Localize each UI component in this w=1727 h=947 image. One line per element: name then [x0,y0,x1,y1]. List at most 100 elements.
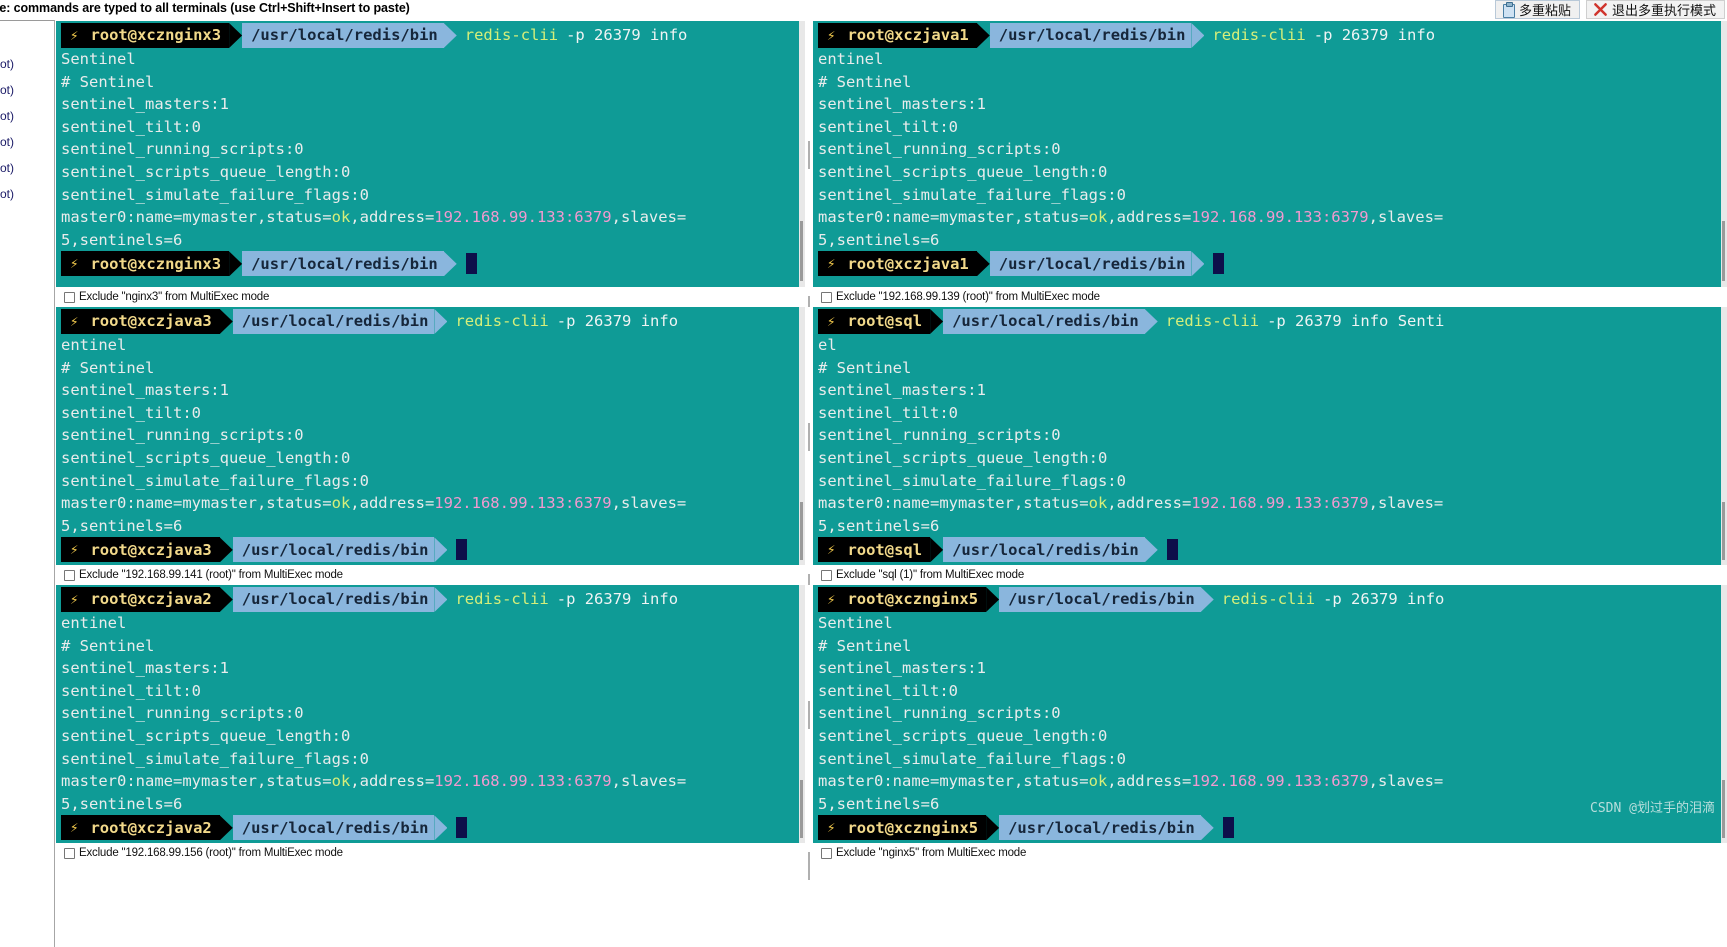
exclude-cell-java3: Exclude "192.168.99.141 (root)" from Mul… [56,565,805,585]
exclude-checkbox-nginx3[interactable]: Exclude "nginx3" from MultiExec mode [56,291,269,303]
prompt-host-java3: ⚡ root@xczjava3 [61,309,220,334]
prompt-host-java1: ⚡ root@xczjava1 [818,23,977,48]
multi-paste-button[interactable]: 多重粘贴 [1494,0,1580,19]
bolt-icon: ⚡ [827,819,836,836]
column-splitter-spacer [805,843,813,880]
column-splitter[interactable] [805,585,813,843]
terminal-nginx3[interactable]: ⚡ root@xcznginx3 /usr/local/redis/bin re… [56,21,805,287]
exclude-checkbox-java2[interactable]: Exclude "192.168.99.156 (root)" from Mul… [56,847,343,859]
output-line-5: sentinel_scripts_queue_length:0 [818,726,1108,745]
exclude-checkbox-nginx5[interactable]: Exclude "nginx5" from MultiExec mode [813,847,1026,859]
checkbox-icon[interactable] [64,847,75,859]
bolt-icon: ⚡ [827,591,836,608]
checkbox-icon[interactable] [821,569,832,581]
terminal-nginx5[interactable]: ⚡ root@xcznginx5 /usr/local/redis/bin re… [813,585,1727,843]
output-line-5: sentinel_scripts_queue_length:0 [818,162,1108,181]
prompt-path-label: /usr/local/redis/bin [943,309,1145,334]
exclude-cell-java1: Exclude "192.168.99.139 (root)" from Mul… [813,287,1727,307]
prompt-path-label: /usr/local/redis/bin [943,537,1145,563]
prompt-host-label: root@xcznginx3 [90,26,222,45]
output-master-line: master0:name=mymaster,status=ok,address=… [61,772,687,791]
checkbox-icon[interactable] [821,847,832,859]
sidebar-item-1[interactable]: ot) [0,77,54,103]
command-name: redis-clii [1165,312,1260,331]
output-wrap-head: entinel [61,614,127,632]
exclude-row-1: Exclude "nginx3" from MultiExec mode Exc… [56,287,1727,324]
column-splitter-spacer [805,565,813,602]
command-args: -p 26379 info [566,26,688,45]
checkbox-icon[interactable] [821,291,832,303]
prompt-separator2-icon [434,309,448,334]
top-toolbar: le: commands are typed to all terminals … [0,0,1727,20]
prompt-separator2-icon [434,537,448,563]
output-line-6: sentinel_simulate_failure_flags:0 [818,185,1126,204]
bolt-icon: ⚡ [827,27,836,44]
output-line-5: sentinel_scripts_queue_length:0 [61,448,351,467]
sidebar-item-0[interactable]: ot) [0,51,54,77]
output-line-4: sentinel_running_scripts:0 [818,426,1061,445]
bolt-icon: ⚡ [70,819,79,836]
output-line-6: sentinel_simulate_failure_flags:0 [818,749,1126,768]
exclude-label: Exclude "192.168.99.156 (root)" from Mul… [79,847,343,859]
terminal-scrollbar[interactable] [1721,21,1727,287]
exclude-row-2: Exclude "192.168.99.141 (root)" from Mul… [56,565,1727,602]
output-line-6: sentinel_simulate_failure_flags:0 [61,185,369,204]
terminal-cursor [456,539,468,561]
terminal-scrollbar[interactable] [1721,307,1727,565]
prompt-separator2-icon [1191,23,1205,48]
command-args: -p 26379 info [1323,590,1445,609]
prompt-host-sql-bottom: ⚡ root@sql [818,537,931,563]
output-line-3: sentinel_tilt:0 [818,117,958,136]
exclude-checkbox-sql[interactable]: Exclude "sql (1)" from MultiExec mode [813,569,1024,581]
prompt-separator-icon [219,309,233,334]
sidebar-item-3[interactable]: ot) [0,129,54,155]
exit-multiexec-button[interactable]: 退出多重执行模式 [1585,0,1725,19]
exclude-cell-java2: Exclude "192.168.99.156 (root)" from Mul… [56,843,805,863]
sidebar-item-4[interactable]: ot) [0,155,54,181]
prompt-host-label: root@sql [847,312,923,331]
sessions-sidebar[interactable]: ot) ot) ot) ot) ot) ot) [0,20,55,947]
column-splitter[interactable] [805,307,813,565]
sidebar-item-5[interactable]: ot) [0,181,54,207]
bolt-icon: ⚡ [827,255,836,272]
checkbox-icon[interactable] [64,569,75,581]
multiexec-hint: le: commands are typed to all terminals … [0,1,410,15]
output-line-3: sentinel_tilt:0 [61,117,201,136]
exclude-row-3: Exclude "192.168.99.156 (root)" from Mul… [56,843,1727,880]
command-args: -p 26379 info [556,312,679,331]
output-line-3: sentinel_tilt:0 [818,681,958,700]
output-wrap-head: entinel [818,50,884,68]
prompt-path-label: /usr/local/redis/bin [999,587,1201,612]
exclude-checkbox-java3[interactable]: Exclude "192.168.99.141 (root)" from Mul… [56,569,343,581]
terminal-cell-java1: ⚡ root@xczjava1 /usr/local/redis/bin red… [813,21,1727,287]
terminal-cell-nginx3: ⚡ root@xcznginx3 /usr/local/redis/bin re… [56,21,805,287]
terminal-scrollbar[interactable] [1721,585,1727,843]
bolt-icon: ⚡ [827,541,836,558]
command-args: -p 26379 info [1313,26,1436,45]
sidebar-item-2[interactable]: ot) [0,103,54,129]
checkbox-icon[interactable] [64,291,75,303]
prompt-line-bottom-nginx3: ⚡ root@xcznginx3 /usr/local/redis/bin [61,251,477,277]
prompt-host-nginx5: ⚡ root@xcznginx5 [818,587,987,612]
terminal-cursor [456,817,468,839]
prompt-host-nginx3: ⚡ root@xcznginx3 [61,23,230,48]
terminal-java2[interactable]: ⚡ root@xczjava2 /usr/local/redis/bin red… [56,585,805,843]
command-name: redis-clii [455,312,549,331]
terminal-java3[interactable]: ⚡ root@xczjava3 /usr/local/redis/bin red… [56,307,805,565]
output-master-wrap: 5,sentinels=6 [61,230,183,249]
bolt-icon: ⚡ [70,313,79,330]
prompt-path-label: /usr/local/redis/bin [999,815,1201,841]
terminal-java1[interactable]: ⚡ root@xczjava1 /usr/local/redis/bin red… [813,21,1727,287]
exclude-checkbox-java1[interactable]: Exclude "192.168.99.139 (root)" from Mul… [813,291,1100,303]
terminal-cursor [1213,253,1225,275]
terminal-sql[interactable]: ⚡ root@sql /usr/local/redis/bin redis-cl… [813,307,1727,565]
prompt-host-sql: ⚡ root@sql [818,309,931,334]
command-args: -p 26379 info Senti [1267,312,1445,331]
output-line-1: # Sentinel [61,358,155,377]
column-splitter[interactable] [805,21,813,287]
prompt-path-label: /usr/local/redis/bin [232,537,435,563]
column-splitter-spacer [805,287,813,324]
prompt-path-label: /usr/local/redis/bin [232,309,435,334]
prompt-line-bottom-java2: ⚡ root@xczjava2 /usr/local/redis/bin [61,815,468,841]
